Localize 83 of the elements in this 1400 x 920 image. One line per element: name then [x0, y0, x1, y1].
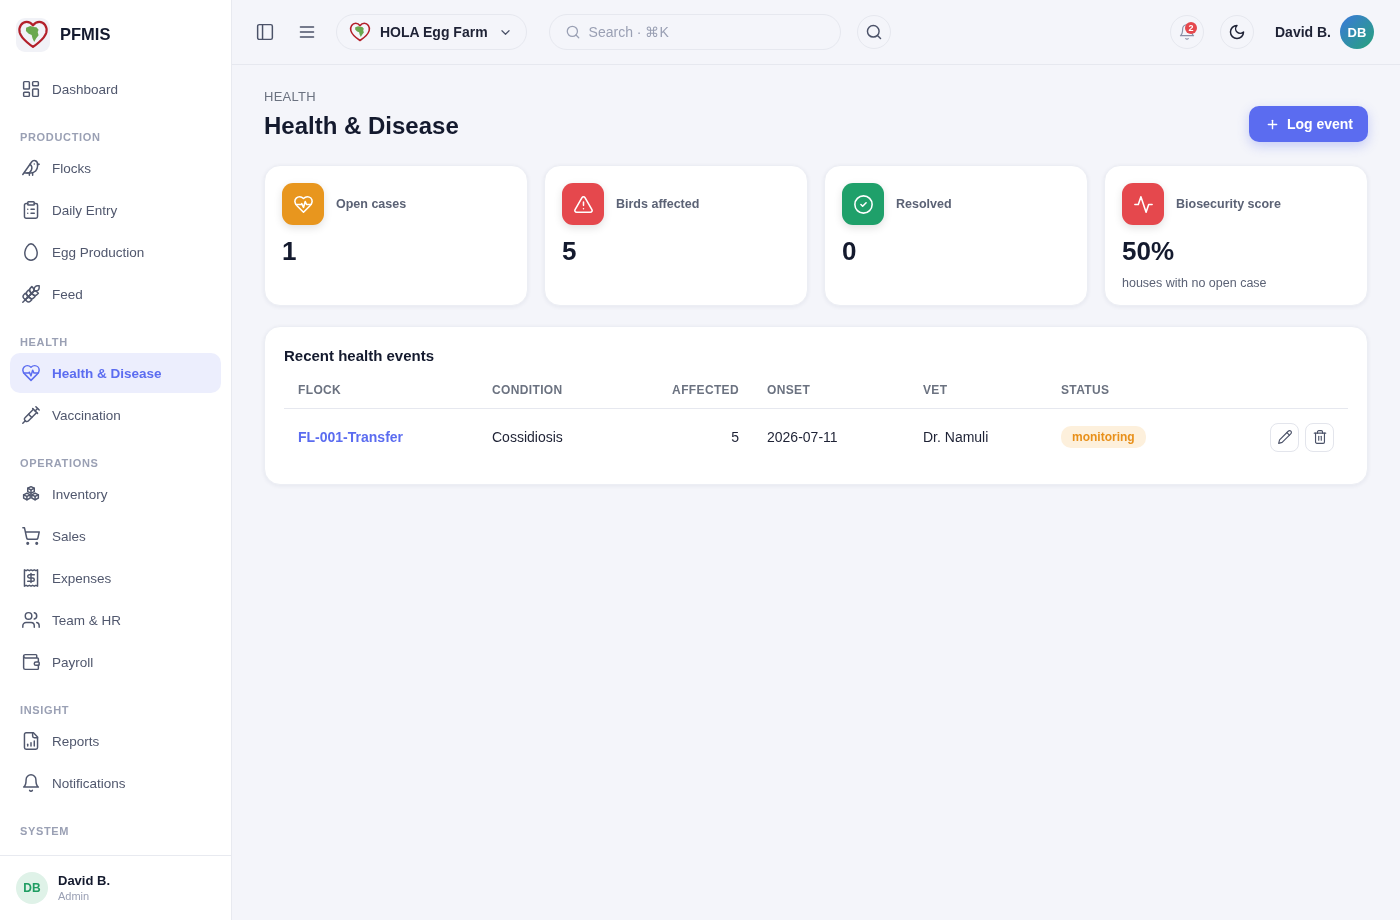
- pencil-icon: [1277, 430, 1292, 444]
- nav-section-title: HEALTH: [19, 335, 69, 350]
- stat-value: 0: [842, 235, 858, 267]
- search-icon: [565, 25, 580, 39]
- column-header: FLOCK: [284, 372, 478, 409]
- nav-section-title: OPERATIONS: [19, 456, 100, 471]
- search-button[interactable]: [856, 15, 891, 49]
- table-cell: Cossidiosis: [478, 408, 639, 465]
- user-name: David B.: [58, 873, 110, 889]
- stat-label: Resolved: [896, 197, 952, 211]
- stat-value: 5: [562, 235, 578, 267]
- stat-note: houses with no open case: [1122, 275, 1268, 291]
- search-icon: [865, 24, 882, 40]
- nav-item[interactable]: Health & Disease: [10, 353, 221, 393]
- notifications-button[interactable]: 2: [1170, 15, 1204, 49]
- column-header: ONSET: [753, 372, 909, 409]
- log-event-button[interactable]: Log event: [1248, 106, 1368, 142]
- boxes-icon: [22, 485, 40, 503]
- app-name: PFMIS: [60, 25, 111, 44]
- user-avatar: DB: [16, 872, 48, 904]
- column-header: CONDITION: [478, 372, 639, 409]
- users-icon: [22, 611, 40, 629]
- nav-section-title: SYSTEM: [19, 824, 71, 839]
- bell-icon: [22, 774, 40, 792]
- flock-link[interactable]: FL-001-Transfer: [298, 429, 404, 445]
- user-role: Admin: [58, 889, 91, 903]
- heart-pulse-icon: [22, 364, 40, 382]
- nav-item[interactable]: Team & HR: [10, 600, 221, 640]
- wheat-icon: [22, 285, 40, 303]
- bell-icon: [1179, 24, 1195, 40]
- heart-map-icon: [349, 22, 371, 42]
- table-cell: 2026-07-11: [753, 408, 909, 465]
- nav-item[interactable]: Sales: [10, 516, 221, 556]
- column-header: AFFECTED: [639, 372, 753, 409]
- nav-item[interactable]: Vaccination: [10, 395, 221, 435]
- stat-value: 1: [282, 235, 298, 267]
- sidebar-panel-icon: [256, 23, 274, 41]
- column-header: VET: [909, 372, 1047, 409]
- nav-section-title: INSIGHT: [19, 703, 71, 718]
- cart-icon: [22, 527, 40, 545]
- stat-label: Biosecurity score: [1176, 197, 1281, 211]
- heart-map-icon: [16, 17, 50, 52]
- moon-icon: [1229, 24, 1245, 40]
- table-cell: Dr. Namuli: [909, 408, 1047, 465]
- user-avatar[interactable]: DB: [1340, 15, 1374, 49]
- chart-file-icon: [22, 732, 40, 750]
- nav-item[interactable]: Expenses: [10, 558, 221, 598]
- nav-item[interactable]: Reports: [10, 721, 221, 761]
- nav-section-title: PRODUCTION: [19, 130, 102, 145]
- nav-item[interactable]: Payroll: [10, 642, 221, 682]
- nav-item[interactable]: Egg Production: [10, 232, 221, 272]
- user-name: David B.: [1275, 24, 1331, 40]
- status-badge: monitoring: [1061, 426, 1146, 448]
- nav-item[interactable]: Dashboard: [10, 69, 221, 109]
- column-header: STATUS: [1047, 372, 1199, 409]
- wallet-icon: [22, 653, 40, 671]
- breadcrumb: HEALTH: [264, 89, 317, 105]
- nav-item[interactable]: Flocks: [10, 148, 221, 188]
- card-title: Recent health events: [284, 346, 436, 366]
- stat-label: Birds affected: [616, 197, 700, 211]
- nav-item[interactable]: Notifications: [10, 763, 221, 803]
- egg-icon: [22, 243, 40, 261]
- nav-item[interactable]: Feed: [10, 274, 221, 314]
- edit-button[interactable]: [1270, 422, 1299, 452]
- farm-selector[interactable]: HOLA Egg Farm: [336, 14, 527, 50]
- receipt-icon: [22, 569, 40, 587]
- clipboard-icon: [22, 201, 40, 219]
- bird-icon: [22, 159, 40, 177]
- stat-label: Open cases: [336, 197, 407, 211]
- stat-value: 50%: [1122, 235, 1176, 267]
- delete-button[interactable]: [1305, 422, 1334, 452]
- trash-icon: [1312, 430, 1327, 444]
- plus-icon: [1265, 117, 1279, 131]
- page-title: Health & Disease: [264, 111, 459, 141]
- syringe-icon: [22, 406, 40, 424]
- notification-count: 2: [1185, 22, 1197, 34]
- nav-item[interactable]: Daily Entry: [10, 190, 221, 230]
- table-cell: 5: [639, 408, 753, 465]
- menu-icon: [298, 23, 316, 41]
- nav-item[interactable]: Inventory: [10, 474, 221, 514]
- grid-icon: [22, 80, 40, 98]
- theme-toggle-button[interactable]: [1220, 15, 1254, 49]
- search-field[interactable]: Search · ⌘K: [548, 14, 841, 50]
